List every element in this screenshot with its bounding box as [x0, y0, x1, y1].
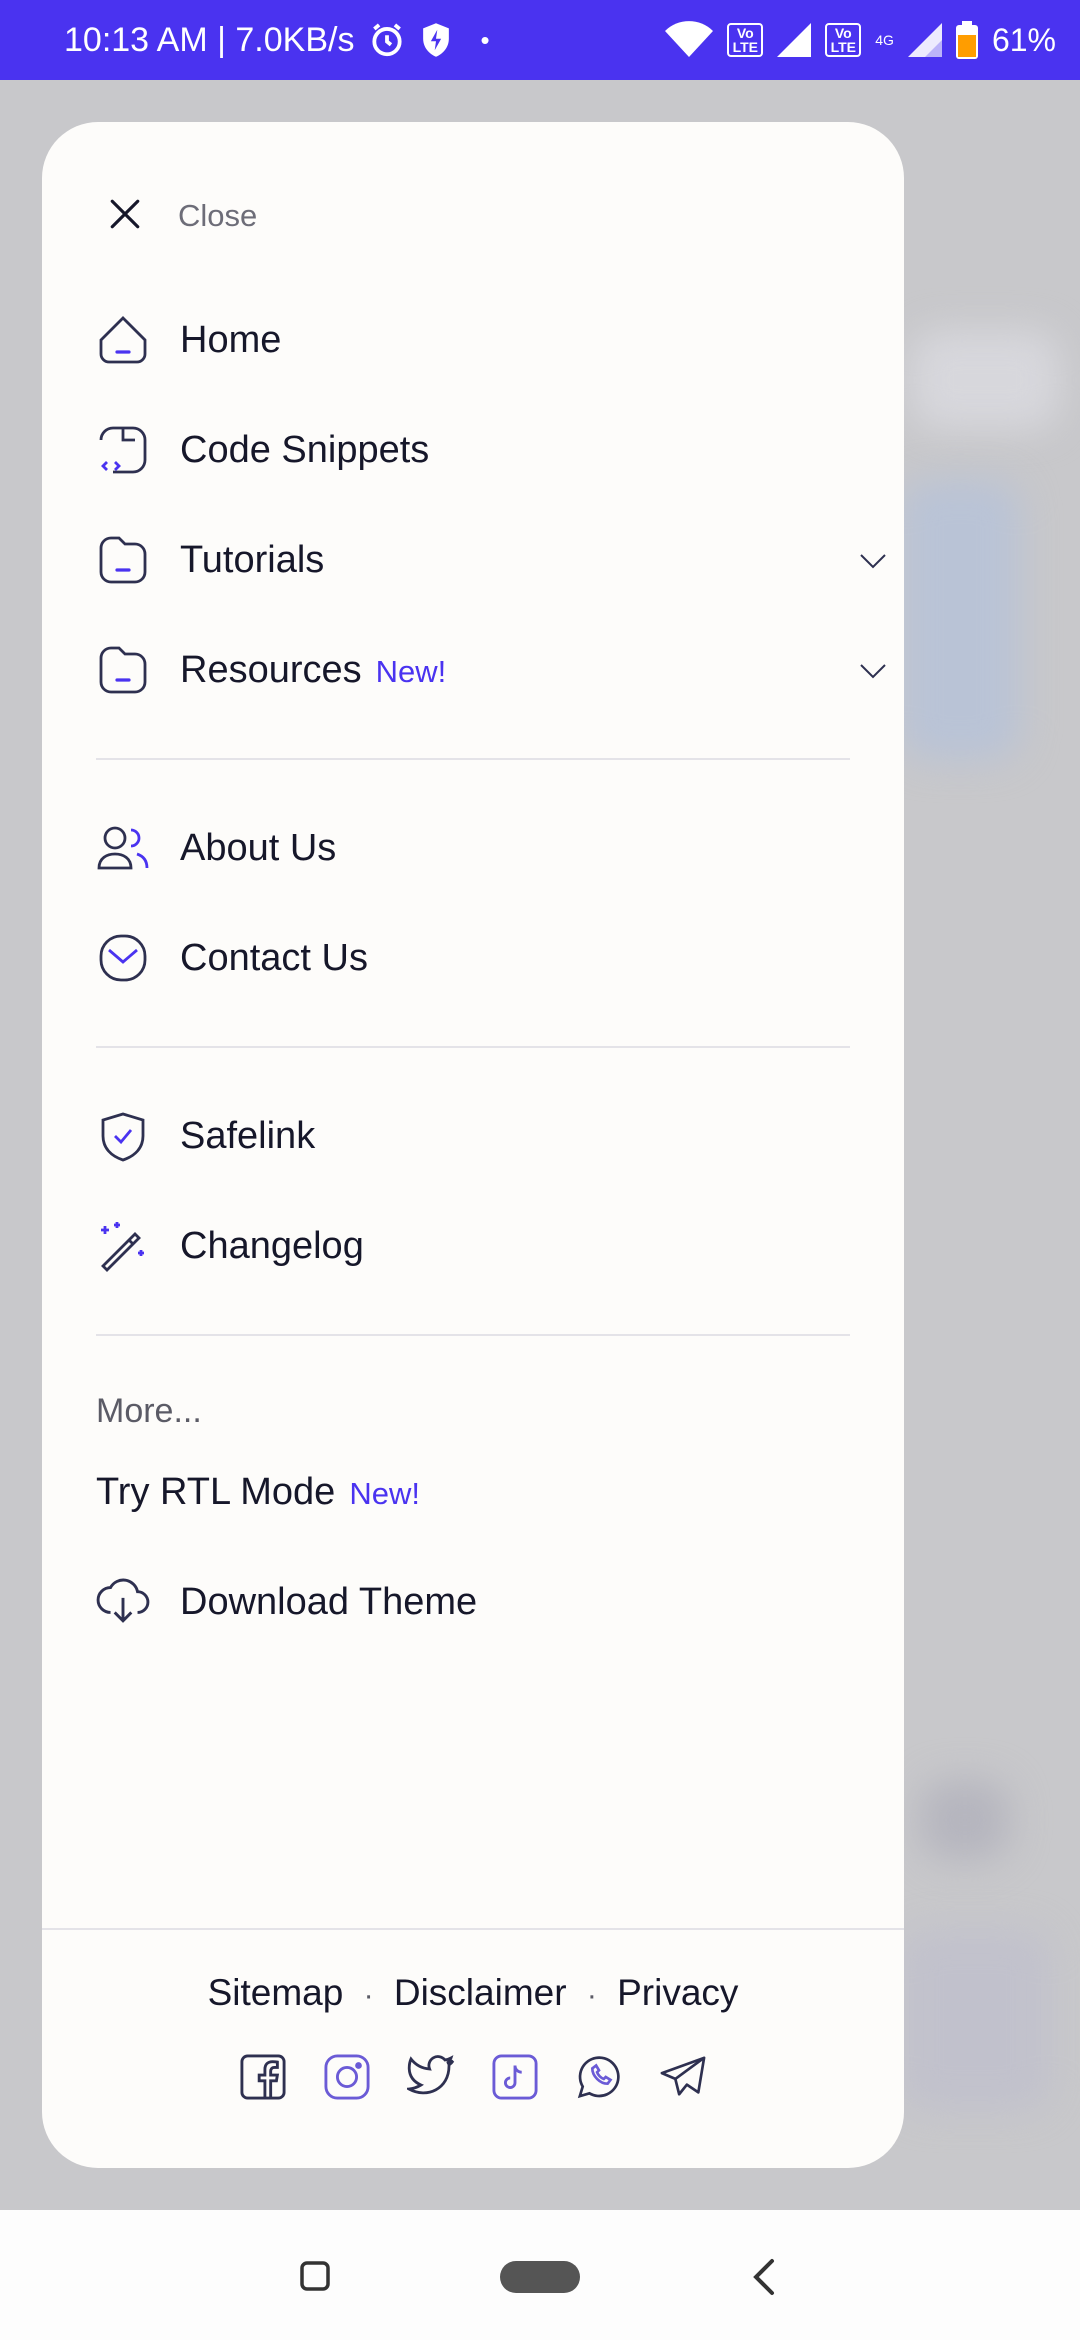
tiktok-icon[interactable]: [490, 2052, 540, 2102]
cloud-download-icon: [96, 1573, 150, 1632]
magic-wand-icon: [96, 1219, 150, 1273]
menu-item-tutorials[interactable]: Tutorials: [96, 510, 896, 610]
divider: [96, 1046, 850, 1048]
folder-icon: [96, 643, 150, 697]
rtl-mode-toggle[interactable]: Try RTL Mode New!: [96, 1462, 420, 1522]
menu-item-safelink[interactable]: Safelink: [96, 1086, 896, 1186]
divider: [96, 758, 850, 760]
menu-item-code-snippets[interactable]: Code Snippets: [96, 400, 896, 500]
close-label: Close: [178, 198, 258, 233]
folder-icon: [96, 533, 150, 587]
separator: ·: [363, 1979, 374, 2012]
more-heading: More...: [96, 1392, 202, 1430]
status-dot: •: [480, 24, 490, 55]
alarm-icon: [368, 21, 406, 59]
volte-badge-2: Vo LTE: [825, 23, 862, 57]
back-button[interactable]: [752, 2258, 776, 2301]
signal-icon: [777, 23, 812, 57]
whatsapp-icon[interactable]: [574, 2052, 624, 2102]
close-icon: [108, 197, 142, 236]
menu-item-label: Safelink: [180, 1114, 316, 1157]
menu-item-label: Code Snippets: [180, 428, 430, 471]
users-icon: [96, 821, 150, 875]
menu-item-about-us[interactable]: About Us: [96, 798, 896, 898]
menu-item-changelog[interactable]: Changelog: [96, 1196, 896, 1296]
menu-item-label: Changelog: [180, 1224, 364, 1267]
download-label: Download Theme: [180, 1580, 478, 1623]
shield-bolt-icon: [420, 22, 452, 58]
menu-item-resources[interactable]: Resources New!: [96, 620, 896, 720]
menu-item-label: Resources: [180, 648, 362, 691]
volte-badge-1: Vo LTE: [727, 23, 764, 57]
privacy-link[interactable]: Privacy: [617, 1972, 738, 2013]
drawer-footer: Sitemap · Disclaimer · Privacy: [42, 1928, 904, 2168]
recents-button[interactable]: [300, 2261, 330, 2296]
rtl-label: Try RTL Mode: [96, 1470, 336, 1513]
code-file-icon: [96, 423, 150, 477]
close-button[interactable]: Close: [108, 166, 257, 266]
shield-check-icon: [96, 1109, 150, 1163]
chevron-down-icon[interactable]: [856, 654, 890, 688]
status-bar: 10:13 AM | 7.0KB/s • Vo LTE Vo LTE 4G 61…: [0, 0, 1080, 80]
new-badge: New!: [375, 654, 447, 689]
menu-item-label: Tutorials: [180, 538, 325, 581]
social-links: [42, 2052, 904, 2102]
battery-level: 61%: [991, 21, 1056, 58]
footer-links: Sitemap · Disclaimer · Privacy: [42, 1972, 904, 2014]
menu-item-label: Contact Us: [180, 936, 368, 979]
instagram-icon[interactable]: [322, 2052, 372, 2102]
telegram-icon[interactable]: [658, 2052, 708, 2102]
status-time-speed: 10:13 AM | 7.0KB/s: [64, 20, 355, 59]
home-button[interactable]: [500, 2261, 580, 2298]
twitter-icon[interactable]: [406, 2052, 456, 2102]
mail-icon: [96, 931, 150, 985]
menu-item-home[interactable]: Home: [96, 290, 896, 390]
navigation-drawer: Close Home Code Snippets Tutorials Resou…: [42, 122, 904, 2168]
menu-item-label: About Us: [180, 826, 337, 869]
menu-item-contact-us[interactable]: Contact Us: [96, 908, 896, 1008]
chevron-down-icon[interactable]: [856, 544, 890, 578]
facebook-icon[interactable]: [238, 2052, 288, 2102]
home-icon: [96, 313, 150, 367]
system-nav-bar: [0, 2210, 1080, 2340]
disclaimer-link[interactable]: Disclaimer: [394, 1972, 567, 2013]
new-badge: New!: [349, 1476, 420, 1511]
network-type: 4G: [875, 32, 894, 48]
download-theme-button[interactable]: Download Theme: [96, 1552, 477, 1652]
separator: ·: [586, 1979, 597, 2012]
menu-item-label: Home: [180, 318, 282, 361]
wifi-icon: [665, 21, 714, 59]
battery-icon: [955, 21, 978, 59]
divider: [96, 1334, 850, 1336]
signal-icon: [907, 23, 942, 57]
sitemap-link[interactable]: Sitemap: [208, 1972, 344, 2013]
